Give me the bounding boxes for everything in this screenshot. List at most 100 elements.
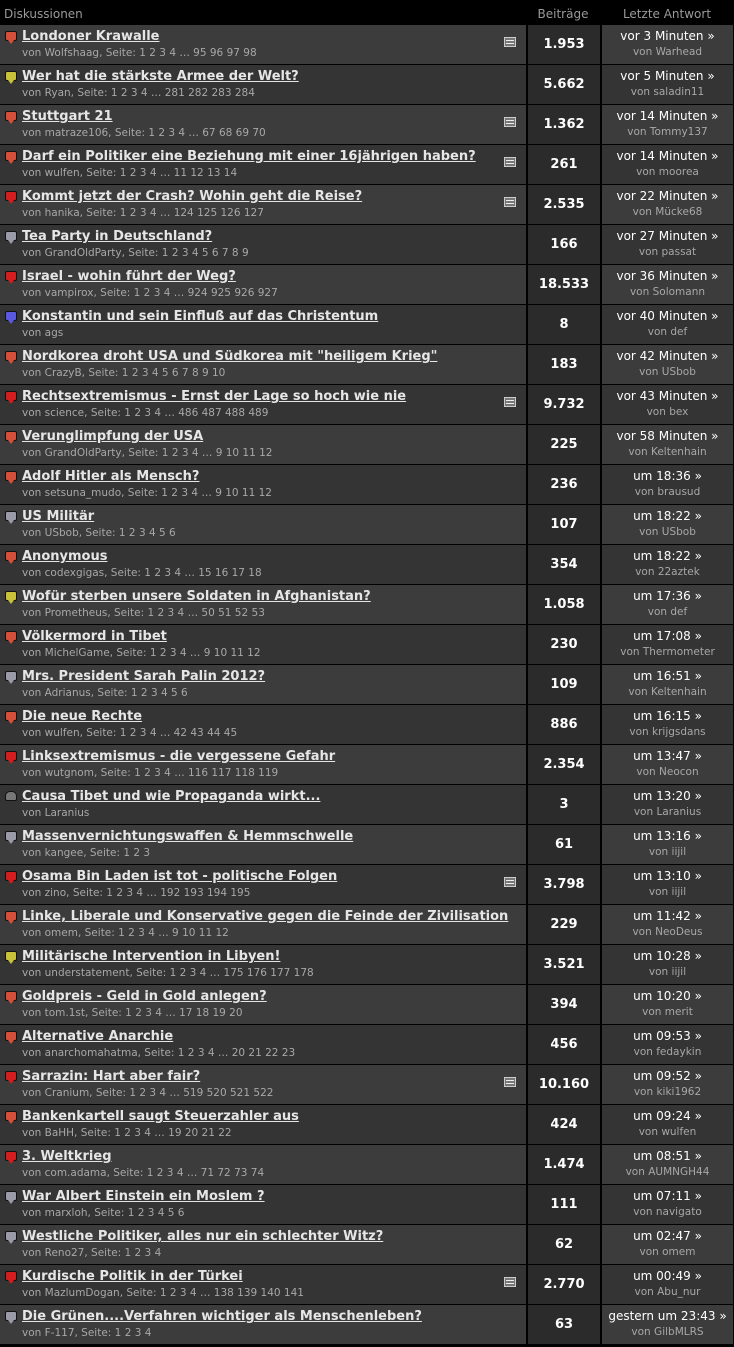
thread-title-link[interactable]: Völkermord in Tibet	[22, 628, 526, 645]
last-reply-link[interactable]: vor 42 Minuten »	[602, 348, 733, 364]
thread-title-link[interactable]: Stuttgart 21	[22, 108, 526, 125]
table-row: Stuttgart 21 von matraze106, Seite: 1 2 3…	[0, 105, 734, 145]
thread-title-link[interactable]: Adolf Hitler als Mensch?	[22, 468, 526, 485]
thread-title-link[interactable]: Mrs. President Sarah Palin 2012?	[22, 668, 526, 685]
last-reply-link[interactable]: um 08:51 »	[602, 1148, 733, 1164]
thread-title-link[interactable]: Linksextremismus - die vergessene Gefahr	[22, 748, 526, 765]
topic-status-icon	[5, 391, 17, 404]
thread-title-link[interactable]: Tea Party in Deutschland?	[22, 228, 526, 245]
thread-title-link[interactable]: Konstantin und sein Einfluß auf das Chri…	[22, 308, 526, 325]
last-reply-link[interactable]: um 10:20 »	[602, 988, 733, 1004]
last-reply-link[interactable]: vor 22 Minuten »	[602, 188, 733, 204]
last-reply-link[interactable]: vor 58 Minuten »	[602, 428, 733, 444]
thread-title-link[interactable]: Anonymous	[22, 548, 526, 565]
topic-status-icon	[5, 471, 17, 484]
last-reply-cell: um 13:16 » von iijil	[602, 825, 733, 864]
topic-cell: Israel - wohin führt der Weg? von vampiro…	[0, 265, 526, 304]
last-reply-link[interactable]: um 17:08 »	[602, 628, 733, 644]
thread-title-link[interactable]: Die neue Rechte	[22, 708, 526, 725]
thread-title-link[interactable]: Westliche Politiker, alles nur ein schle…	[22, 1228, 526, 1245]
thread-title-link[interactable]: Rechtsextremismus - Ernst der Lage so ho…	[22, 388, 526, 405]
thread-title-link[interactable]: Nordkorea droht USA und Südkorea mit "he…	[22, 348, 526, 365]
last-reply-link[interactable]: um 02:47 »	[602, 1228, 733, 1244]
last-reply-link[interactable]: um 09:24 »	[602, 1108, 733, 1124]
topic-cell: Darf ein Politiker eine Beziehung mit ei…	[0, 145, 526, 184]
last-reply-link[interactable]: vor 14 Minuten »	[602, 148, 733, 164]
table-row: US Militär von USbob, Seite: 1 2 3 4 5 6 1…	[0, 505, 734, 545]
last-reply-link[interactable]: vor 43 Minuten »	[602, 388, 733, 404]
last-reply-link[interactable]: vor 5 Minuten »	[602, 68, 733, 84]
thread-title-link[interactable]: Alternative Anarchie	[22, 1028, 526, 1045]
last-reply-link[interactable]: vor 40 Minuten »	[602, 308, 733, 324]
last-reply-link[interactable]: um 18:36 »	[602, 468, 733, 484]
last-reply-cell: um 02:47 » von omem	[602, 1225, 733, 1264]
topic-status-icon	[5, 151, 17, 164]
last-reply-link[interactable]: um 16:51 »	[602, 668, 733, 684]
thread-rows: Londoner Krawalle von Wolfshaag, Seite: 1…	[0, 25, 734, 1345]
thread-title-link[interactable]: Goldpreis - Geld in Gold anlegen?	[22, 988, 526, 1005]
topic-status-icon	[5, 591, 17, 604]
thread-title-link[interactable]: Bankenkartell saugt Steuerzahler aus	[22, 1108, 526, 1125]
last-reply-link[interactable]: um 18:22 »	[602, 548, 733, 564]
thread-meta: von matraze106, Seite: 1 2 3 4 … 67 68 6…	[22, 127, 266, 139]
thread-title-link[interactable]: Verunglimpfung der USA	[22, 428, 526, 445]
last-reply-link[interactable]: um 13:20 »	[602, 788, 733, 804]
last-reply-link[interactable]: um 09:53 »	[602, 1028, 733, 1044]
thread-attachment-icon	[504, 197, 516, 207]
thread-meta: von wulfen, Seite: 1 2 3 4 … 42 43 44 45	[22, 727, 238, 739]
topic-cell: Wofür sterben unsere Soldaten in Afghani…	[0, 585, 526, 624]
thread-title-link[interactable]: US Militär	[22, 508, 526, 525]
last-reply-link[interactable]: vor 27 Minuten »	[602, 228, 733, 244]
topic-status-icon	[5, 1191, 17, 1204]
last-reply-link[interactable]: um 13:10 »	[602, 868, 733, 884]
last-reply-link[interactable]: um 09:52 »	[602, 1068, 733, 1084]
last-reply-link[interactable]: um 18:22 »	[602, 508, 733, 524]
thread-title-link[interactable]: 3. Weltkrieg	[22, 1148, 526, 1165]
last-reply-link[interactable]: um 11:42 »	[602, 908, 733, 924]
thread-title-link[interactable]: Massenvernichtungswaffen & Hemmschwelle	[22, 828, 526, 845]
last-reply-link[interactable]: vor 14 Minuten »	[602, 108, 733, 124]
topic-cell: Sarrazin: Hart aber fair? von Cranium, Se…	[0, 1065, 526, 1104]
thread-title-link[interactable]: Militärische Intervention in Libyen!	[22, 948, 526, 965]
thread-title-link[interactable]: Israel - wohin führt der Weg?	[22, 268, 526, 285]
last-reply-link[interactable]: um 07:11 »	[602, 1188, 733, 1204]
thread-meta: von Adrianus, Seite: 1 2 3 4 5 6	[22, 687, 188, 699]
thread-title-link[interactable]: Die Grünen....Verfahren wichtiger als Me…	[22, 1308, 526, 1325]
thread-title-link[interactable]: Wofür sterben unsere Soldaten in Afghani…	[22, 588, 526, 605]
thread-meta: von Prometheus, Seite: 1 2 3 4 … 50 51 5…	[22, 607, 265, 619]
last-reply-cell: um 10:20 » von merit	[602, 985, 733, 1024]
table-row: Osama Bin Laden ist tot - politische Fol…	[0, 865, 734, 905]
thread-title-link[interactable]: Wer hat die stärkste Armee der Welt?	[22, 68, 526, 85]
thread-title-link[interactable]: Osama Bin Laden ist tot - politische Fol…	[22, 868, 526, 885]
post-count: 62	[528, 1225, 600, 1264]
thread-title-link[interactable]: Causa Tibet und wie Propaganda wirkt...	[22, 788, 526, 805]
topic-status-icon	[5, 71, 17, 84]
thread-title-link[interactable]: Kommt jetzt der Crash? Wohin geht die Re…	[22, 188, 526, 205]
last-reply-link[interactable]: gestern um 23:43 »	[602, 1308, 733, 1324]
last-reply-author: von USbob	[639, 526, 696, 538]
last-reply-author: von Abu_nur	[634, 1286, 701, 1298]
table-row: Die neue Rechte von wulfen, Seite: 1 2 3 …	[0, 705, 734, 745]
last-reply-link[interactable]: um 17:36 »	[602, 588, 733, 604]
last-reply-link[interactable]: um 13:47 »	[602, 748, 733, 764]
thread-title-link[interactable]: Londoner Krawalle	[22, 28, 526, 45]
thread-title-link[interactable]: Linke, Liberale und Konservative gegen d…	[22, 908, 526, 925]
last-reply-link[interactable]: um 16:15 »	[602, 708, 733, 724]
last-reply-link[interactable]: vor 3 Minuten »	[602, 28, 733, 44]
thread-title-link[interactable]: Kurdische Politik in der Türkei	[22, 1268, 526, 1285]
table-row: Die Grünen....Verfahren wichtiger als Me…	[0, 1305, 734, 1345]
last-reply-link[interactable]: vor 36 Minuten »	[602, 268, 733, 284]
thread-title-link[interactable]: Darf ein Politiker eine Beziehung mit ei…	[22, 148, 526, 165]
last-reply-cell: vor 27 Minuten » von passat	[602, 225, 733, 264]
last-reply-author: von GilbMLRS	[631, 1326, 704, 1338]
last-reply-link[interactable]: um 13:16 »	[602, 828, 733, 844]
topic-cell: Tea Party in Deutschland? von GrandOldPar…	[0, 225, 526, 264]
thread-meta: von wutgnom, Seite: 1 2 3 4 … 116 117 11…	[22, 767, 279, 779]
thread-attachment-icon	[504, 37, 516, 47]
table-row: Causa Tibet und wie Propaganda wirkt... v…	[0, 785, 734, 825]
last-reply-link[interactable]: um 00:49 »	[602, 1268, 733, 1284]
post-count: 225	[528, 425, 600, 464]
last-reply-link[interactable]: um 10:28 »	[602, 948, 733, 964]
thread-title-link[interactable]: Sarrazin: Hart aber fair?	[22, 1068, 526, 1085]
thread-title-link[interactable]: War Albert Einstein ein Moslem ?	[22, 1188, 526, 1205]
